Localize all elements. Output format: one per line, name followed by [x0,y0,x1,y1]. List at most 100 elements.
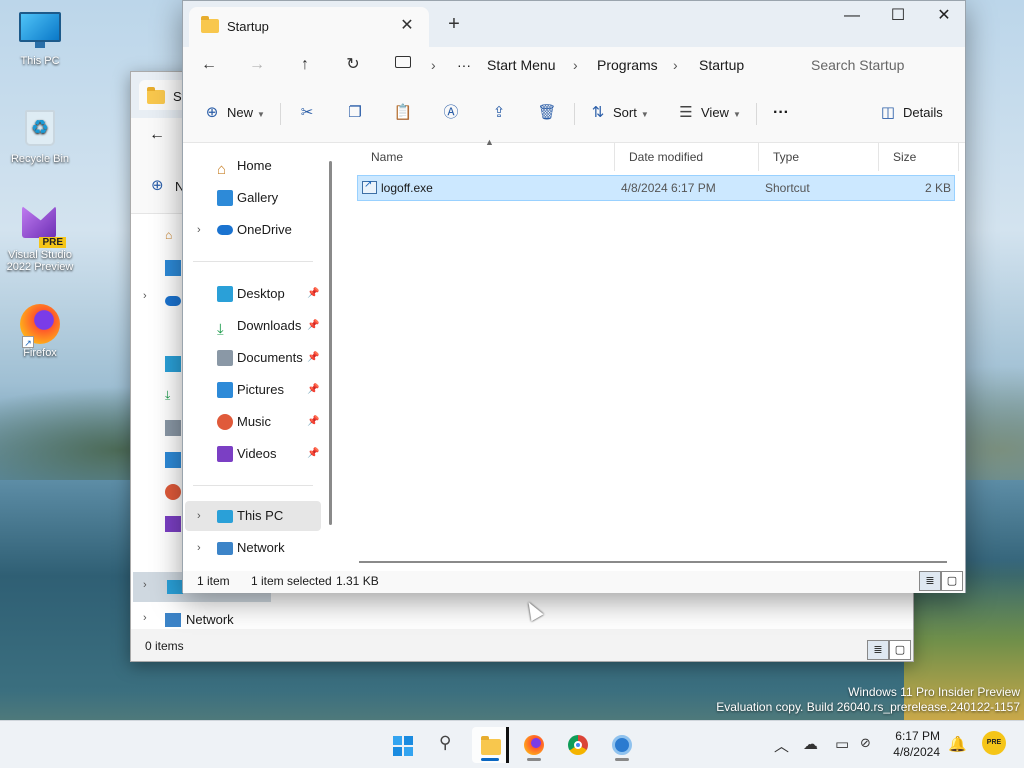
close-button[interactable]: ✕ [921,1,967,33]
sidebar-item-music[interactable]: Music 📌 [185,407,321,437]
explorer-window[interactable]: Startup ✕ + — ☐ ✕ ← → ↑ ↻ › ··· Start Me… [182,0,966,593]
pin-icon: 📌 [307,384,320,395]
desktop-icon-visual-studio[interactable]: PRE Visual Studio 2022 Preview [0,206,80,273]
back-button[interactable]: ← [195,53,223,77]
notification-bell-icon[interactable]: 🔔 [948,735,967,753]
breadcrumb-programs[interactable]: Programs [597,57,658,73]
build-watermark: Windows 11 Pro Insider Preview Evaluatio… [716,685,1020,715]
sidebar-item-network[interactable]: › Network [185,533,321,563]
sidebar-scrollbar[interactable] [329,161,332,525]
details-view-icon[interactable]: ≣ [867,640,889,660]
gallery-icon[interactable] [165,260,181,276]
sidebar-item-downloads[interactable]: ⤓ Downloads 📌 [185,311,321,341]
taskbar-file-explorer[interactable] [472,727,508,763]
home-icon: ⌂ [217,161,227,178]
documents-icon [217,350,233,366]
music-icon[interactable] [165,484,181,500]
forward-button[interactable]: → [243,53,271,77]
back-arrow-icon[interactable]: ← [149,126,165,144]
new-button[interactable]: ⊕ New ▼ [203,101,265,125]
chevron-right-icon[interactable]: › [143,612,147,624]
sidebar-item-this-pc[interactable]: › This PC [185,501,321,531]
sidebar-item-pictures[interactable]: Pictures 📌 [185,375,321,405]
desktop-icon-label: Visual Studio 2022 Preview [6,249,74,273]
minimize-button[interactable]: — [829,1,875,33]
sidebar-item-gallery[interactable]: Gallery [185,183,321,213]
home-icon[interactable]: ⌂ [165,228,181,244]
tab-close-button[interactable]: ✕ [395,14,419,38]
videos-icon [217,446,233,462]
up-button[interactable]: ↑ [291,53,319,77]
view-button[interactable]: ☰ View ▼ [677,101,741,125]
volume-muted-icon[interactable]: ⊘ [860,735,871,751]
documents-icon[interactable] [165,420,181,436]
firefox-icon [524,735,544,755]
sidebar-item-onedrive[interactable]: › OneDrive [185,215,321,245]
new-tab-button[interactable]: + [441,13,467,37]
sidebar-item-label: Desktop [237,286,285,301]
breadcrumb-startup[interactable]: Startup [699,57,744,73]
rename-icon[interactable]: Ⓐ [439,101,463,125]
sort-label: Sort [613,105,637,120]
address-bar[interactable]: › ··· Start Menu › Programs › Startup [385,51,793,79]
desktop-icon[interactable] [165,356,181,372]
new-label: New [227,105,254,120]
start-button[interactable] [384,727,420,763]
table-row[interactable]: logoff.exe 4/8/2024 6:17 PM Shortcut 2 K… [357,175,955,201]
column-header-size[interactable]: Size [879,143,959,171]
column-header-type[interactable]: Type [759,143,879,171]
search-input[interactable]: Search Startup [797,51,959,79]
sort-button[interactable]: ⇅ Sort ▼ [589,101,649,125]
display-icon[interactable]: ▭ [835,735,849,753]
chevron-right-icon[interactable]: › [197,501,201,531]
delete-icon[interactable]: 🗑 [535,101,559,125]
clock[interactable]: 6:17 PM 4/8/2024 [884,728,940,760]
taskbar: ⚲ ︿ ☁ ▭ ⊘ 6:17 PM 4/8/2024 🔔 PRE [0,720,1024,768]
column-header-name[interactable]: Name [357,143,615,171]
copy-icon[interactable]: ❐ [343,101,367,125]
maximize-button[interactable]: ☐ [875,1,921,33]
column-header-date-modified[interactable]: Date modified [615,143,759,171]
sidebar-item-home[interactable]: ⌂ Home [185,151,321,181]
desktop-icon-this-pc[interactable]: This PC [2,10,78,67]
chevron-right-icon[interactable]: › [143,579,147,591]
breadcrumb-more[interactable]: ··· [457,57,471,73]
chevron-right-icon[interactable]: › [197,533,201,563]
paste-icon[interactable]: 📋 [391,101,415,125]
new-icon[interactable]: ⊕ [151,176,164,194]
tab-startup[interactable]: Startup ✕ [189,7,429,47]
details-view-icon[interactable]: ≣ [919,571,941,591]
tiles-view-icon[interactable]: ▢ [941,571,963,591]
taskbar-chrome[interactable] [560,727,596,763]
desktop-icon-recycle-bin[interactable]: ♻ Recycle Bin [2,108,78,165]
sidebar-item-desktop[interactable]: Desktop 📌 [185,279,321,309]
onedrive-icon[interactable] [165,296,181,306]
search-button[interactable]: ⚲ [430,727,466,763]
taskbar-app[interactable] [604,727,640,763]
refresh-button[interactable]: ↻ [339,53,367,77]
more-options-button[interactable]: ··· [773,101,789,125]
desktop-icon-firefox[interactable]: ↗ Firefox [2,304,78,359]
back-network-label: Network [186,612,234,627]
tiles-view-icon[interactable]: ▢ [889,640,911,660]
details-pane-button[interactable]: ◫ Details [879,101,943,125]
sidebar-item-videos[interactable]: Videos 📌 [185,439,321,469]
breadcrumb-start-menu[interactable]: Start Menu [487,57,555,73]
onedrive-icon [217,225,233,235]
sidebar-item-label: Pictures [237,382,284,397]
pictures-icon[interactable] [165,452,181,468]
chevron-right-icon[interactable]: › [143,290,159,306]
show-hidden-icons-chevron-icon[interactable]: ︿ [774,735,789,756]
share-icon[interactable]: ⇪ [487,101,511,125]
download-icon[interactable]: ⤓ [165,388,181,404]
network-offline-icon[interactable]: ☁ [803,735,818,753]
horizontal-scrollbar[interactable] [359,561,947,563]
sidebar-item-documents[interactable]: Documents 📌 [185,343,321,373]
copilot-icon[interactable]: PRE [982,731,1006,755]
chevron-right-icon[interactable]: › [197,215,201,245]
file-list: ▲ Name Date modified Type Size logoff.ex… [341,137,965,571]
cut-icon[interactable]: ✂ [295,101,319,125]
clock-date: 4/8/2024 [893,745,940,759]
videos-icon[interactable] [165,516,181,532]
taskbar-firefox[interactable] [516,727,552,763]
